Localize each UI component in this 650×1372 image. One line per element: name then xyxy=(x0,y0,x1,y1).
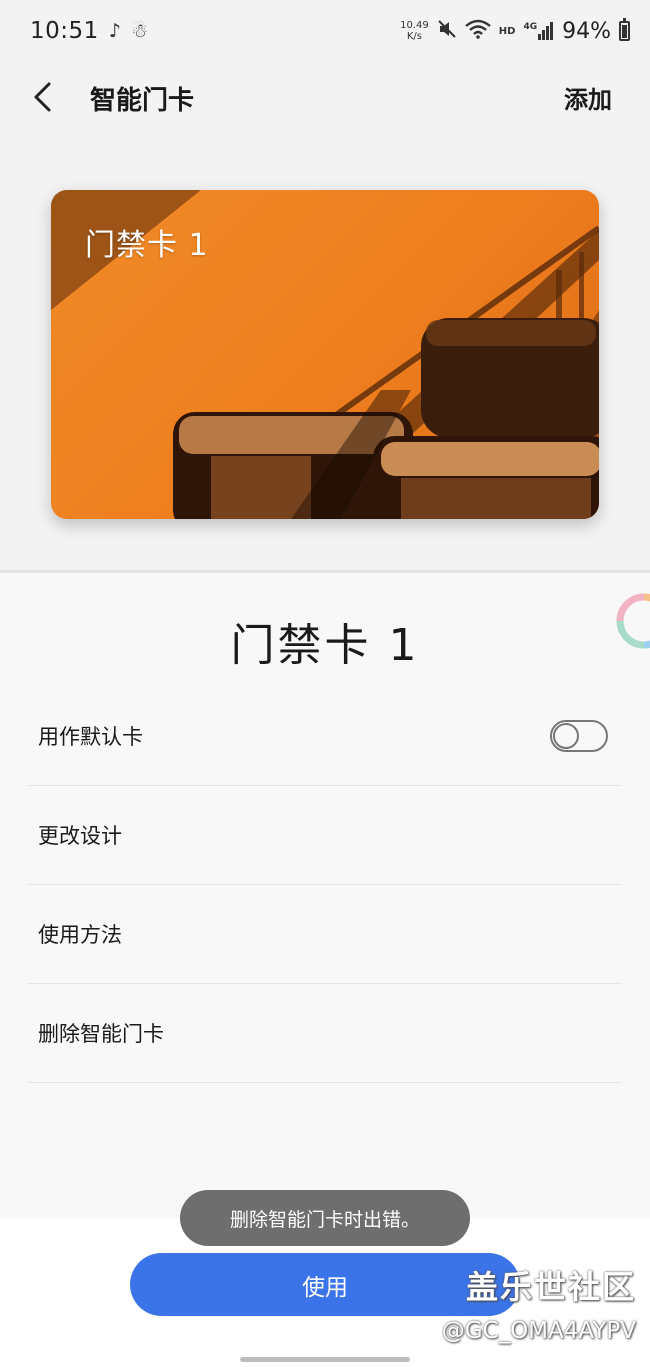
network-speed: 10.49 K/s xyxy=(400,20,429,42)
menu-list: 用作默认卡 更改设计 使用方法 删除智能门卡 xyxy=(28,687,622,1083)
menu-item-default-card[interactable]: 用作默认卡 xyxy=(28,687,622,786)
toggle-knob xyxy=(553,723,579,749)
status-time: 10:51 xyxy=(30,18,99,44)
card-name: 门禁卡 1 xyxy=(85,228,209,263)
watermark-id: @GC_OMA4AYPV xyxy=(441,1318,636,1344)
menu-item-change-design[interactable]: 更改设计 xyxy=(28,786,622,885)
network-speed-unit: K/s xyxy=(406,31,423,42)
menu-item-delete-card[interactable]: 删除智能门卡 xyxy=(28,984,622,1083)
add-button[interactable]: 添加 xyxy=(564,80,612,115)
network-type-label: 4G xyxy=(523,22,538,32)
network-speed-value: 10.49 xyxy=(400,20,429,31)
chevron-left-icon xyxy=(34,82,51,112)
loading-spinner-icon xyxy=(616,593,650,649)
door-card[interactable]: 门禁卡 1 xyxy=(51,190,599,519)
menu-item-label: 更改设计 xyxy=(38,824,122,848)
home-indicator[interactable] xyxy=(240,1357,410,1362)
menu-item-label: 删除智能门卡 xyxy=(38,1022,164,1046)
menu-item-how-to-use[interactable]: 使用方法 xyxy=(28,885,622,984)
mute-icon xyxy=(437,19,457,43)
hd-badge: HD xyxy=(498,25,516,37)
status-right: 10.49 K/s HD 4G 94% xyxy=(400,18,630,44)
battery-percent: 94% xyxy=(562,18,611,44)
status-bar: 10:51 ♪ ☃ 10.49 K/s HD 4G 94% xyxy=(0,0,650,62)
app-bar: 智能门卡 添加 xyxy=(0,62,650,132)
signal-icon: 4G xyxy=(523,22,554,40)
default-card-toggle[interactable] xyxy=(550,720,608,752)
card-title: 门禁卡 1 xyxy=(230,620,420,671)
use-button[interactable]: 使用 xyxy=(130,1253,520,1316)
page-title: 智能门卡 xyxy=(90,86,195,116)
menu-item-label: 用作默认卡 xyxy=(38,725,143,749)
menu-item-label: 使用方法 xyxy=(38,923,122,947)
card-area: 门禁卡 1 xyxy=(0,132,650,570)
back-button[interactable] xyxy=(22,76,64,118)
battery-fill xyxy=(622,25,627,38)
status-left: 10:51 ♪ ☃ xyxy=(30,18,148,44)
watermark-title: 盖乐世社区 xyxy=(465,1268,636,1306)
notification-figure-icon: ☃ xyxy=(130,19,148,42)
tiktok-icon: ♪ xyxy=(108,19,121,42)
error-toast: 删除智能门卡时出错。 xyxy=(180,1190,470,1246)
wifi-icon xyxy=(464,19,491,43)
battery-icon xyxy=(619,18,630,41)
